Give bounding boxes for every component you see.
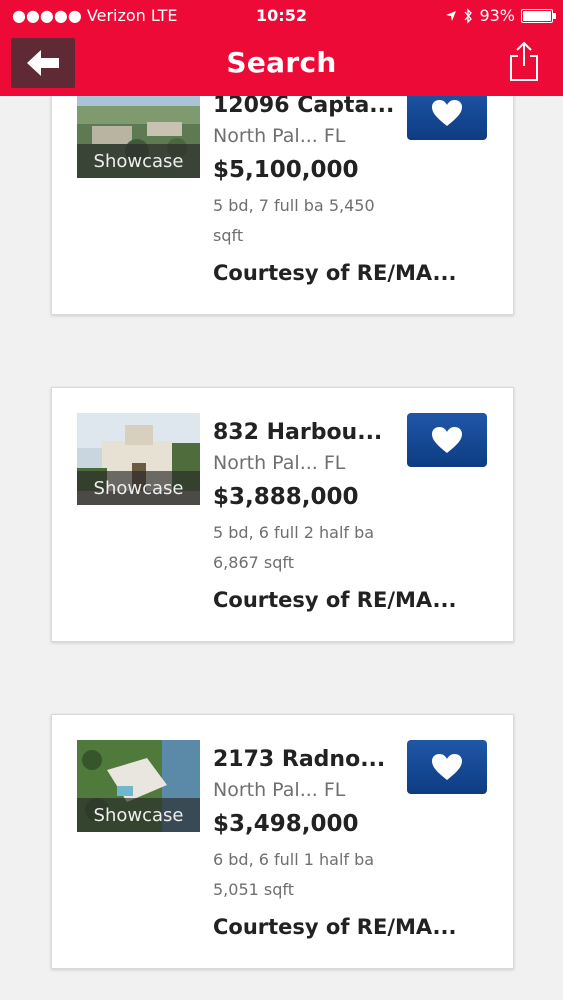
listing-photo[interactable]: Showcase <box>77 740 200 832</box>
showcase-badge: Showcase <box>77 144 200 178</box>
listing-details: 5 bd, 6 full 2 half ba 6,867 sqft <box>213 523 375 572</box>
battery-icon <box>521 8 556 23</box>
listing-city: North Pal... FL <box>213 779 346 801</box>
location-arrow-icon <box>446 10 457 21</box>
bluetooth-icon <box>464 7 473 24</box>
listing-courtesy: Courtesy of RE/MA... <box>213 261 457 285</box>
listing-address: 2173 Radno... <box>213 747 386 772</box>
listing-card[interactable]: Showcase 832 Harbou... North Pal... FL $… <box>51 387 514 642</box>
listing-courtesy: Courtesy of RE/MA... <box>213 588 457 612</box>
listing-photo[interactable]: Showcase <box>77 86 200 178</box>
listing-price: $5,100,000 <box>213 157 359 183</box>
heart-icon <box>432 754 462 780</box>
showcase-badge: Showcase <box>77 471 200 505</box>
favorite-button[interactable] <box>407 413 487 467</box>
listing-details: 5 bd, 7 full ba 5,450 sqft <box>213 196 375 245</box>
page-title: Search <box>226 46 337 79</box>
app-header: ●●●●● Verizon LTE 10:52 93% Search <box>0 0 563 96</box>
listing-city: North Pal... FL <box>213 125 346 147</box>
heart-icon <box>432 100 462 126</box>
heart-icon <box>432 427 462 453</box>
status-right: 93% <box>445 6 556 25</box>
listing-price: $3,498,000 <box>213 811 359 837</box>
listing-card[interactable]: Showcase 12096 Capta... North Pal... FL … <box>51 60 514 315</box>
favorite-button[interactable] <box>407 740 487 794</box>
status-bar: ●●●●● Verizon LTE 10:52 93% <box>0 6 563 28</box>
battery-percent: 93% <box>479 6 515 25</box>
listing-courtesy: Courtesy of RE/MA... <box>213 915 457 939</box>
listing-details: 6 bd, 6 full 1 half ba 5,051 sqft <box>213 850 375 899</box>
showcase-badge: Showcase <box>77 798 200 832</box>
listing-photo[interactable]: Showcase <box>77 413 200 505</box>
listing-card[interactable]: Showcase 2173 Radno... North Pal... FL $… <box>51 714 514 969</box>
listing-address: 832 Harbou... <box>213 420 383 445</box>
listing-price: $3,888,000 <box>213 484 359 510</box>
share-icon <box>510 41 538 81</box>
listing-city: North Pal... FL <box>213 452 346 474</box>
share-button[interactable] <box>507 40 541 82</box>
listing-address: 12096 Capta... <box>213 93 395 118</box>
